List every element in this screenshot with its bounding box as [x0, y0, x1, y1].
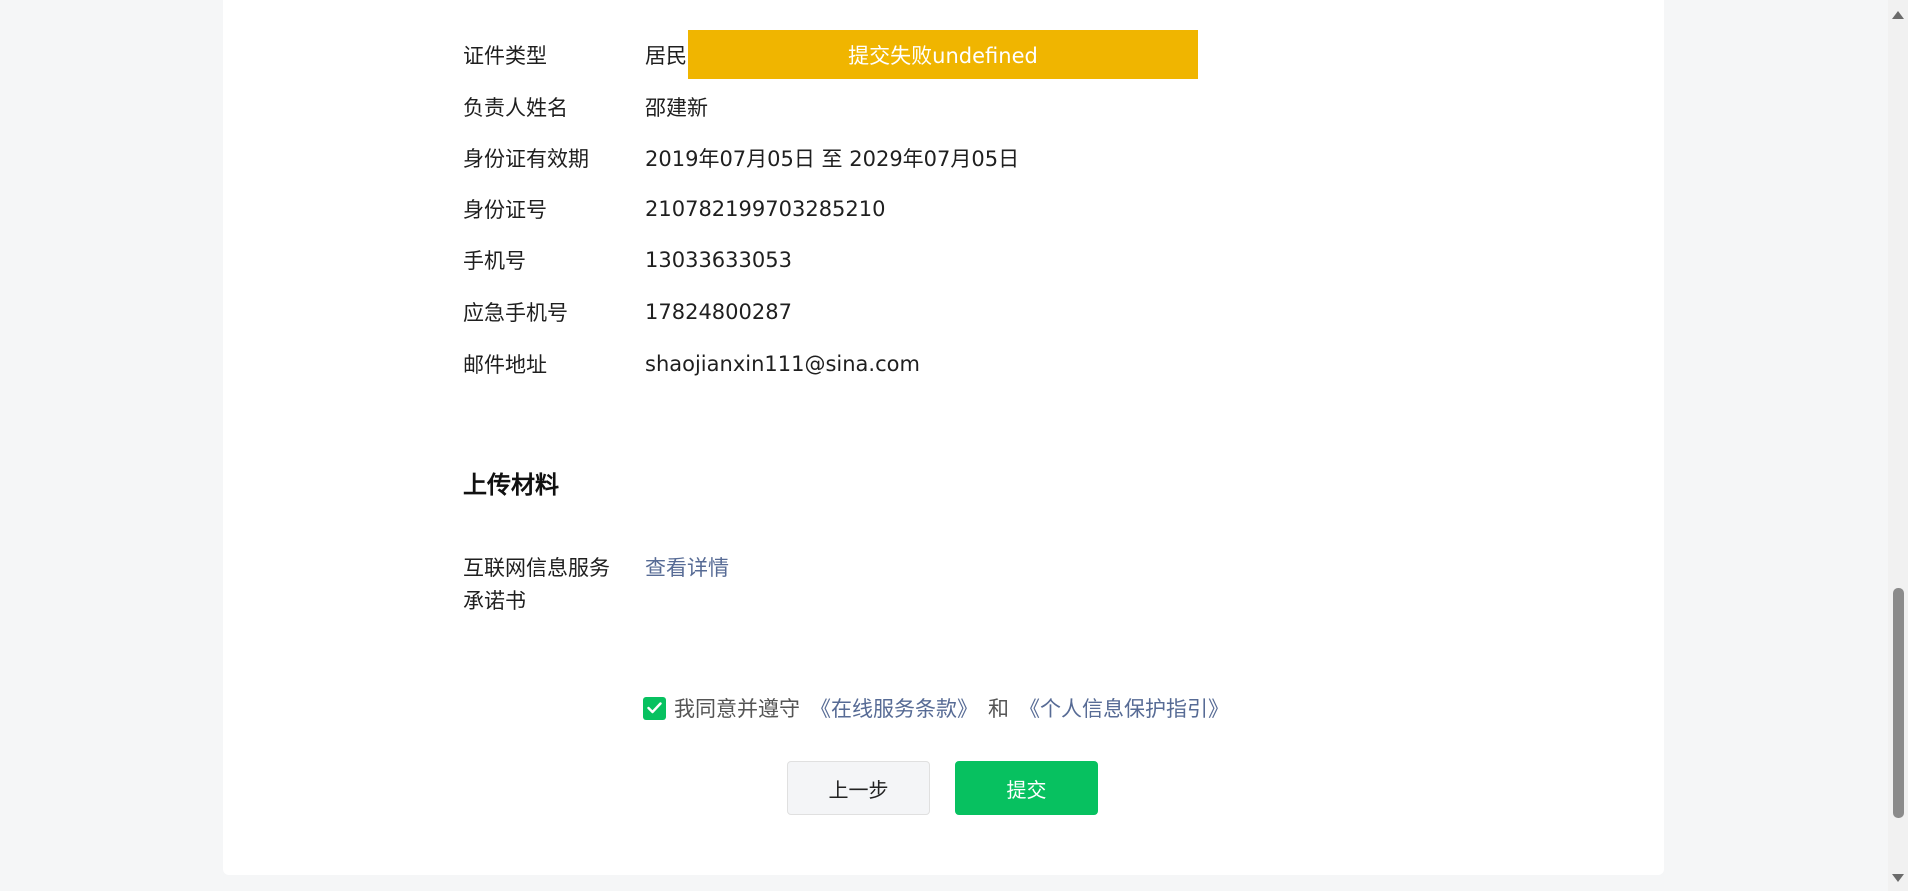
row-label: 身份证号	[463, 198, 547, 222]
content-card: 证件类型 居民 负责人姓名 邵建新 身份证有效期 2019年07月05日 至 2…	[223, 0, 1664, 875]
check-icon	[647, 702, 662, 714]
terms-link[interactable]: 《在线服务条款》	[810, 693, 978, 723]
row-value: 13033633053	[645, 248, 792, 272]
row-id-type: 证件类型 居民	[463, 40, 687, 70]
upload-item-label-line2: 承诺书	[463, 589, 526, 613]
row-value: 210782199703285210	[645, 197, 886, 221]
row-label: 身份证有效期	[463, 147, 589, 171]
row-email: 邮件地址 shaojianxin111@sina.com	[463, 349, 920, 379]
row-emergency-phone: 应急手机号 17824800287	[463, 297, 792, 327]
agreement-and: 和	[988, 697, 1009, 721]
row-value: shaojianxin111@sina.com	[645, 352, 920, 376]
row-value: 邵建新	[645, 96, 708, 120]
upload-item-label: 互联网信息服务 承诺书	[463, 552, 645, 618]
submit-button[interactable]: 提交	[955, 761, 1098, 815]
view-details-link[interactable]: 查看详情	[645, 552, 729, 618]
row-value: 居民	[645, 44, 687, 68]
upload-item-commitment: 互联网信息服务 承诺书 查看详情	[463, 552, 729, 618]
vertical-scrollbar[interactable]	[1888, 0, 1908, 891]
page-viewport: 证件类型 居民 负责人姓名 邵建新 身份证有效期 2019年07月05日 至 2…	[0, 0, 1908, 891]
row-id-number: 身份证号 210782199703285210	[463, 194, 886, 224]
upload-item-label-line1: 互联网信息服务	[463, 556, 610, 580]
row-label: 证件类型	[463, 44, 547, 68]
row-label: 应急手机号	[463, 301, 568, 325]
triangle-up-icon[interactable]	[1891, 8, 1905, 22]
row-label: 邮件地址	[463, 353, 547, 377]
agreement-prefix: 我同意并遵守	[674, 697, 800, 721]
agreement-checkbox[interactable]	[643, 696, 666, 720]
row-value: 2019年07月05日 至 2029年07月05日	[645, 147, 1020, 171]
previous-step-button[interactable]: 上一步	[787, 761, 930, 815]
row-phone: 手机号 13033633053	[463, 245, 792, 275]
row-label: 负责人姓名	[463, 96, 568, 120]
agreement-line: 我同意并遵守 《在线服务条款》 和 《个人信息保护指引》	[643, 693, 1229, 723]
row-id-validity: 身份证有效期 2019年07月05日 至 2029年07月05日	[463, 143, 1019, 173]
triangle-down-icon[interactable]	[1891, 871, 1905, 885]
privacy-link[interactable]: 《个人信息保护指引》	[1019, 693, 1229, 723]
row-label: 手机号	[463, 249, 526, 273]
row-value: 17824800287	[645, 300, 792, 324]
scrollbar-thumb[interactable]	[1893, 588, 1904, 818]
error-toast: 提交失败undefined	[688, 30, 1198, 79]
row-owner-name: 负责人姓名 邵建新	[463, 92, 708, 122]
upload-section-title: 上传材料	[463, 471, 559, 499]
